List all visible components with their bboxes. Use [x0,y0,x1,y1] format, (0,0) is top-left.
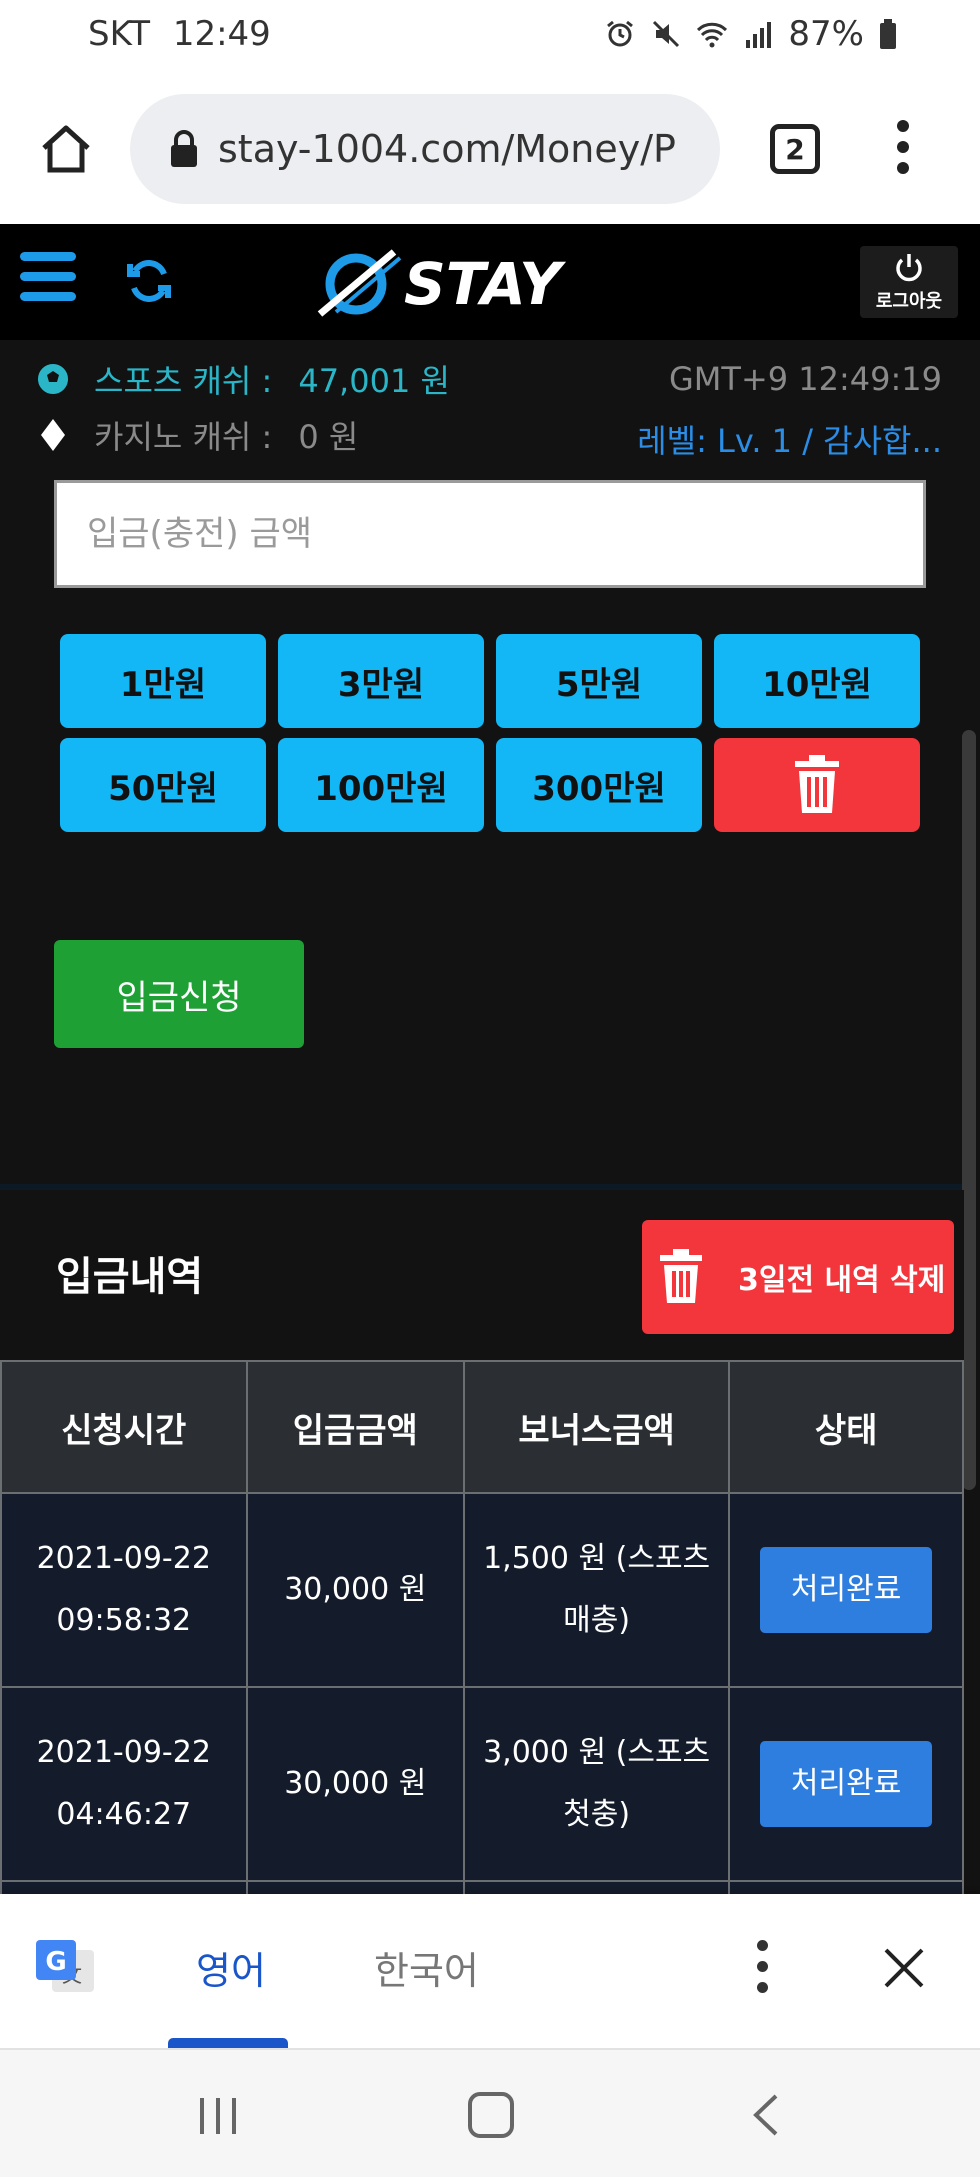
logout-label: 로그아웃 [875,291,943,312]
request-time: 09:58:32 [56,1603,192,1638]
deposit-amount-cell: 30,000 원 [245,1686,466,1882]
svg-text:G: G [45,1947,66,1977]
server-clock: GMT+9 12:49:19 [668,360,942,398]
site-header: STAY 로그아웃 [0,224,980,340]
trash-icon [660,1249,702,1303]
bonus-line: 3,000 원 (스포츠 [483,1735,711,1770]
status-badge[interactable]: 처리완료 [760,1741,933,1827]
status-badge[interactable]: 처리완료 [760,1547,933,1633]
sports-cash-value: 47,001 원 [298,362,450,400]
deposit-history-header: 입금내역 3일전 내역 삭제 [0,1190,964,1360]
signal-icon [746,22,772,48]
deposit-amount-cell: 30,000 원 [245,1492,466,1688]
col-request-time: 신청시간 [0,1360,248,1494]
trash-icon [795,755,839,813]
bonus-line: 매충) [563,1603,631,1638]
request-date: 2021-09-22 [36,1541,211,1576]
chip-500k-button[interactable]: 50만원 [60,738,266,832]
status-time: 12:49 [172,14,271,54]
bonus-line: 첫충) [563,1797,631,1832]
chip-100k-button[interactable]: 10만원 [714,634,920,728]
sports-cash-label: 스포츠 캐쉬 : [94,362,273,400]
deposit-request-button[interactable]: 입금신청 [54,940,304,1048]
status-cell: 처리완료 [728,1686,964,1882]
sports-cash-row: 스포츠 캐쉬 : 47,001 원 [34,356,450,402]
system-nav-bar [0,2048,980,2177]
request-time-cell: 2021-09-22 09:58:32 [0,1492,248,1688]
carrier: SKT [88,14,151,54]
diamond-icon [41,419,65,451]
request-date: 2021-09-22 [36,1735,211,1770]
back-icon[interactable] [748,2092,784,2138]
user-level[interactable]: 레벨: Lv. 1 / 감사합... [637,416,942,462]
balance-panel: 스포츠 캐쉬 : 47,001 원 카지노 캐쉬 : 0 원 GMT+9 12:… [0,340,980,470]
col-deposit-amount: 입금금액 [245,1360,466,1494]
recent-apps-icon[interactable] [196,2094,240,2138]
address-bar[interactable]: stay-1004.com/Money/P [130,94,720,204]
battery-percent: 87% [788,14,864,54]
active-tab-indicator [168,2038,288,2048]
bonus-line: 1,500 원 (스포츠 [483,1541,711,1576]
hamburger-menu-icon[interactable] [20,252,76,308]
table-header-row: 신청시간 입금금액 보너스금액 상태 [0,1360,964,1494]
logout-button[interactable]: 로그아웃 [860,246,958,318]
status-left: SKT 12:49 [88,14,271,54]
lang-tab-english[interactable]: 영어 [196,1940,266,1995]
chip-3m-button[interactable]: 300만원 [496,738,702,832]
table-row: 2021-09-22 04:46:27 30,000 원 3,000 원 (스포츠… [0,1686,964,1882]
battery-icon [880,19,896,49]
translate-menu-icon[interactable] [754,1940,770,2000]
request-time-cell: 2021-09-22 04:46:27 [0,1686,248,1882]
status-cell: 처리완료 [728,1492,964,1688]
wifi-icon [697,22,728,48]
chip-50k-button[interactable]: 5만원 [496,634,702,728]
power-icon [896,254,922,282]
browser-toolbar: stay-1004.com/Money/P 2 [0,76,980,224]
mute-icon [653,20,680,48]
history-title: 입금내역 [56,1254,204,1300]
alarm-icon [607,20,634,47]
amount-chip-grid: 1만원 3만원 5만원 10만원 50만원 100만원 300만원 [60,634,920,832]
col-status: 상태 [728,1360,964,1494]
url-text: stay-1004.com/Money/P [218,127,676,171]
chip-1m-button[interactable]: 100만원 [278,738,484,832]
casino-cash-label: 카지노 캐쉬 : [94,418,273,456]
browser-menu-icon[interactable] [890,120,916,180]
clear-amount-button[interactable] [714,738,920,832]
delete-old-history-button[interactable]: 3일전 내역 삭제 [642,1220,954,1334]
table-row: 2021-09-22 09:58:32 30,000 원 1,500 원 (스포츠… [0,1492,964,1688]
casino-cash-row: 카지노 캐쉬 : 0 원 [34,412,358,458]
status-right: 87% [604,14,898,54]
bonus-amount-cell: 1,500 원 (스포츠매충) [463,1492,731,1688]
col-bonus-amount: 보너스금액 [463,1360,731,1494]
status-bar: SKT 12:49 87% [0,0,980,76]
google-translate-icon[interactable]: 文G [34,1936,98,2000]
nav-home-icon[interactable] [468,2092,514,2138]
logo-text: STAY [404,250,566,318]
site-logo[interactable]: STAY [316,244,666,320]
soccer-ball-icon [36,362,70,396]
refresh-icon[interactable] [124,256,174,306]
translate-bar: 文G 영어 한국어 [0,1894,980,2048]
tab-switcher-button[interactable]: 2 [770,124,820,174]
page-scrollbar[interactable] [962,730,976,1490]
logo-mark-icon: STAY [317,249,566,318]
deposit-form: 1만원 3만원 5만원 10만원 50만원 100만원 300만원 입금신청 [0,470,964,1190]
home-icon[interactable] [38,120,94,176]
bonus-amount-cell: 3,000 원 (스포츠첫충) [463,1686,731,1882]
chip-10k-button[interactable]: 1만원 [60,634,266,728]
delete-history-label: 3일전 내역 삭제 [738,1263,946,1298]
lang-tab-korean[interactable]: 한국어 [374,1940,479,1995]
request-time: 04:46:27 [56,1797,192,1832]
chip-30k-button[interactable]: 3만원 [278,634,484,728]
casino-cash-value: 0 원 [298,418,359,456]
close-icon[interactable] [882,1946,926,1990]
deposit-amount-input[interactable] [54,480,926,588]
lock-icon [171,130,197,167]
